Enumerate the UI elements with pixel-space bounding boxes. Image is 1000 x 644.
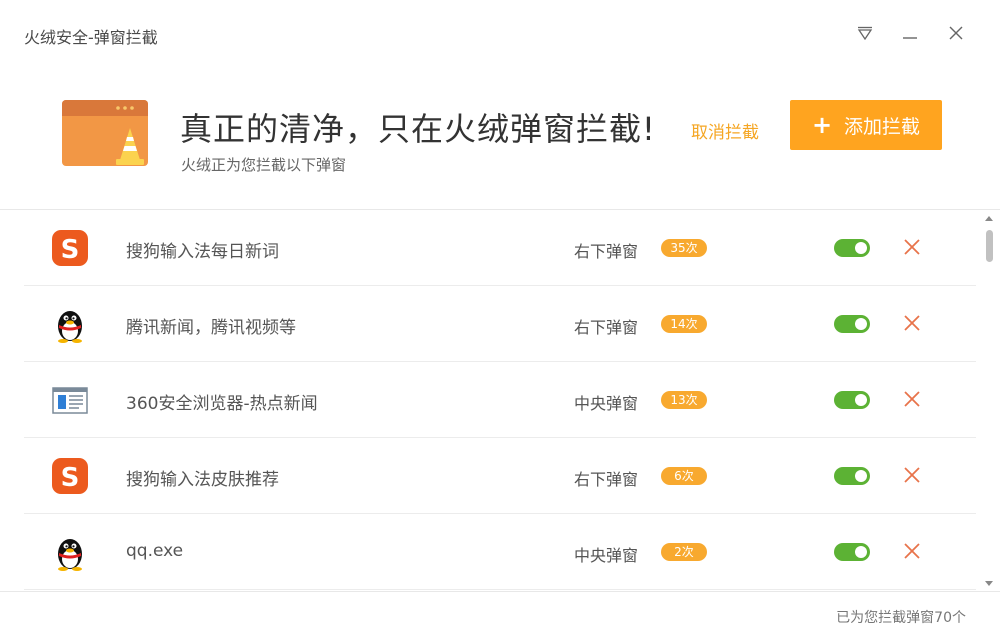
list-item: 360安全浏览器-热点新闻 中央弹窗 13次 bbox=[24, 362, 976, 438]
block-count-badge: 14次 bbox=[661, 315, 707, 333]
svg-text:S: S bbox=[61, 463, 80, 493]
title-bar: 火绒安全-弹窗拦截 bbox=[0, 0, 1000, 70]
block-count-badge: 6次 bbox=[661, 467, 707, 485]
divider bbox=[0, 591, 1000, 592]
page-subtitle: 火绒正为您拦截以下弹窗 bbox=[181, 156, 347, 174]
block-count-badge: 2次 bbox=[661, 543, 707, 561]
block-toggle[interactable] bbox=[834, 391, 870, 409]
popup-type: 右下弹窗 bbox=[574, 242, 639, 261]
window-title: 火绒安全-弹窗拦截 bbox=[24, 28, 158, 47]
popup-type: 右下弹窗 bbox=[574, 470, 639, 489]
list-item: 腾讯新闻，腾讯视频等 右下弹窗 14次 bbox=[24, 286, 976, 362]
popup-type: 中央弹窗 bbox=[574, 546, 639, 565]
list-item: S 搜狗输入法每日新词 右下弹窗 35次 bbox=[24, 210, 976, 286]
browser-window-icon bbox=[50, 380, 90, 420]
page-title: 真正的清净，只在火绒弹窗拦截! bbox=[180, 110, 656, 148]
plus-icon: + bbox=[811, 111, 833, 139]
menu-dropdown-icon[interactable] bbox=[852, 20, 878, 46]
blocked-summary: 已为您拦截弹窗70个 bbox=[836, 610, 966, 626]
qq-penguin-icon bbox=[50, 532, 90, 572]
popup-block-logo-icon bbox=[60, 98, 152, 174]
popup-name: 360安全浏览器-热点新闻 bbox=[126, 394, 318, 414]
list-item: qq.exe 中央弹窗 2次 bbox=[24, 514, 976, 590]
popup-name: 搜狗输入法每日新词 bbox=[126, 242, 279, 262]
block-toggle[interactable] bbox=[834, 239, 870, 257]
scroll-thumb[interactable] bbox=[986, 230, 993, 262]
cancel-block-link[interactable]: 取消拦截 bbox=[691, 118, 759, 143]
delete-icon[interactable] bbox=[902, 313, 922, 333]
list-scrollbar[interactable] bbox=[982, 212, 996, 590]
block-toggle[interactable] bbox=[834, 315, 870, 333]
scroll-down-arrow-icon[interactable] bbox=[985, 581, 993, 586]
scroll-up-arrow-icon[interactable] bbox=[985, 216, 993, 221]
delete-icon[interactable] bbox=[902, 541, 922, 561]
sogou-icon: S bbox=[50, 228, 90, 268]
block-toggle[interactable] bbox=[834, 467, 870, 485]
close-icon[interactable] bbox=[943, 20, 969, 46]
blocked-popup-list: S 搜狗输入法每日新词 右下弹窗 35次 腾讯新闻，腾讯视频等 右下弹窗 14次… bbox=[24, 210, 976, 590]
popup-name: 腾讯新闻，腾讯视频等 bbox=[126, 318, 296, 338]
list-item: S 搜狗输入法皮肤推荐 右下弹窗 6次 bbox=[24, 438, 976, 514]
popup-type: 中央弹窗 bbox=[574, 394, 639, 413]
minimize-icon[interactable] bbox=[897, 20, 923, 46]
add-block-button[interactable]: + 添加拦截 bbox=[790, 100, 942, 150]
sogou-icon: S bbox=[50, 456, 90, 496]
popup-name: qq.exe bbox=[126, 541, 184, 561]
block-count-badge: 35次 bbox=[661, 239, 707, 257]
block-toggle[interactable] bbox=[834, 543, 870, 561]
svg-text:S: S bbox=[61, 235, 80, 265]
delete-icon[interactable] bbox=[902, 237, 922, 257]
add-block-label: 添加拦截 bbox=[844, 115, 921, 138]
qq-penguin-icon bbox=[50, 304, 90, 344]
delete-icon[interactable] bbox=[902, 389, 922, 409]
popup-type: 右下弹窗 bbox=[574, 318, 639, 337]
popup-name: 搜狗输入法皮肤推荐 bbox=[126, 470, 279, 490]
block-count-badge: 13次 bbox=[661, 391, 707, 409]
header-banner: 真正的清净，只在火绒弹窗拦截! 火绒正为您拦截以下弹窗 取消拦截 + 添加拦截 bbox=[0, 70, 1000, 210]
delete-icon[interactable] bbox=[902, 465, 922, 485]
